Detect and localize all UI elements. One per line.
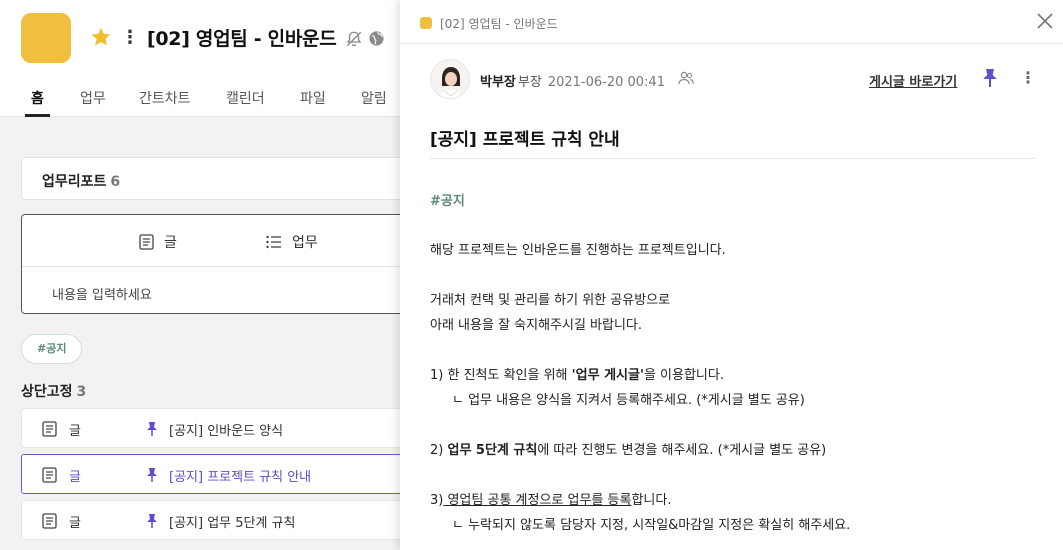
- globe-icon[interactable]: [368, 30, 385, 47]
- pinned-item-kind: 글: [69, 470, 81, 485]
- document-icon: [42, 421, 57, 437]
- pinned-item-title: [공지] 인바운드 양식: [169, 424, 284, 439]
- pinned-item-kind: 글: [69, 424, 81, 439]
- tab-calendar[interactable]: 캘린더: [226, 84, 265, 117]
- post-rule-3-sub: ㄴ 누락되지 않도록 담당자 지정, 시작일&마감일 지정은 확실히 해주세요.: [452, 518, 851, 533]
- pin-icon: [147, 514, 157, 528]
- bell-off-icon[interactable]: [345, 30, 363, 48]
- document-icon: [42, 467, 57, 483]
- pin-icon: [147, 422, 157, 436]
- tab-gantt[interactable]: 간트차트: [139, 84, 191, 117]
- post-paragraph: 거래처 컨택 및 관리를 하기 위한 공유방으로: [430, 293, 671, 308]
- pinned-item-title: [공지] 업무 5단계 규칙: [169, 516, 296, 531]
- post-rule-3: 3) 영업팀 공통 계정으로 업무를 등록합니다.: [430, 493, 672, 508]
- post-rule-2: 2) 업무 5단계 규칙에 따라 진행도 변경을 해주세요. (*게시글 별도 …: [430, 443, 827, 458]
- post-title: [공지] 프로젝트 규칙 안내: [430, 130, 620, 150]
- tab-home[interactable]: 홈: [25, 84, 50, 117]
- project-header: ⋮ [02] 영업팀 - 인바운드 홈 업무 간트차트 캘린더 파일 알림: [0, 0, 400, 117]
- detail-header: [02] 영업팀 - 인바운드: [400, 0, 1063, 44]
- divider: [430, 158, 1035, 159]
- project-title: [02] 영업팀 - 인바운드: [147, 28, 337, 50]
- author-rank: 부장: [517, 75, 542, 90]
- post-shortcut-link[interactable]: 게시글 바로가기: [869, 71, 957, 90]
- tab-tasks[interactable]: 업무: [80, 84, 106, 117]
- document-icon: [42, 513, 57, 529]
- project-logo[interactable]: [21, 13, 71, 63]
- pinned-item-kind: 글: [69, 516, 81, 531]
- pinned-item[interactable]: 글 [공지] 업무 5단계 규칙: [21, 500, 400, 540]
- composer-tabs: 글 업무: [22, 215, 400, 267]
- avatar-person-icon: [431, 60, 469, 98]
- list-icon: [266, 235, 281, 249]
- more-options-icon[interactable]: ⋮: [1020, 68, 1036, 88]
- pinned-item[interactable]: 글 [공지] 프로젝트 규칙 안내: [21, 454, 400, 494]
- author-name: 박부장: [480, 75, 516, 90]
- task-report-count: 6: [110, 174, 121, 190]
- pinned-item[interactable]: 글 [공지] 인바운드 양식: [21, 408, 400, 448]
- post-rule-1: 1) 한 진척도 확인을 위해 '업무 게시글'을 이용합니다.: [430, 368, 724, 383]
- post-hashtag[interactable]: #공지: [430, 190, 465, 209]
- star-icon[interactable]: [90, 26, 112, 48]
- pinned-count: 3: [76, 384, 87, 400]
- avatar[interactable]: [430, 59, 470, 99]
- composer-tab-post[interactable]: 글: [139, 232, 177, 252]
- task-report-card[interactable]: 업무리포트 6: [21, 157, 400, 200]
- task-report-label: 업무리포트: [42, 174, 107, 190]
- post-detail-panel: [02] 영업팀 - 인바운드 박부장 부장 2021-06-20 00:41 게시…: [400, 0, 1063, 550]
- people-icon[interactable]: [678, 71, 694, 85]
- breadcrumb[interactable]: [02] 영업팀 - 인바운드: [440, 15, 558, 32]
- post-rule-1-sub: ㄴ 업무 내용은 양식을 지켜서 등록해주세요. (*게시글 별도 공유): [452, 393, 805, 408]
- composer-tab-task[interactable]: 업무: [266, 232, 318, 252]
- composer-input[interactable]: 내용을 입력하세요: [52, 284, 152, 303]
- post-paragraph: 아래 내용을 잘 숙지해주시길 바랍니다.: [430, 318, 643, 333]
- tab-notifications[interactable]: 알림: [361, 84, 387, 117]
- pin-icon[interactable]: [982, 68, 998, 88]
- post-composer: 글 업무 내용을 입력하세요: [21, 214, 400, 314]
- post-date: 2021-06-20 00:41: [547, 75, 665, 90]
- tab-files[interactable]: 파일: [300, 84, 326, 117]
- document-icon: [139, 234, 154, 250]
- hashtag-chip[interactable]: #공지: [21, 334, 83, 364]
- project-home-pane: ⋮ [02] 영업팀 - 인바운드 홈 업무 간트차트 캘린더 파일 알림 업무…: [0, 0, 400, 550]
- project-menu-icon[interactable]: ⋮: [121, 27, 139, 49]
- pinned-item-title: [공지] 프로젝트 규칙 안내: [169, 470, 312, 485]
- post-paragraph: 해당 프로젝트는 인바운드를 진행하는 프로젝트입니다.: [430, 243, 726, 258]
- close-icon[interactable]: [1036, 12, 1054, 30]
- pin-icon: [147, 468, 157, 482]
- project-color-dot: [420, 17, 432, 29]
- pinned-label: 상단고정: [21, 384, 73, 400]
